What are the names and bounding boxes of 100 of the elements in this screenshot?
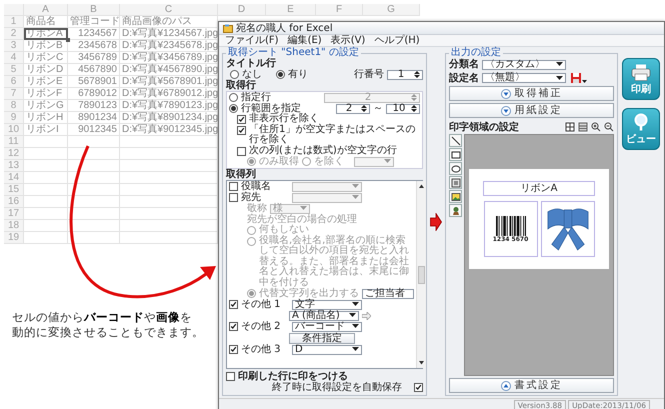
row-header[interactable]: 14 [4,172,24,184]
dropdown[interactable]: 〈カスタム〉 [482,60,566,70]
image-frame[interactable] [540,201,594,257]
radio-button[interactable] [229,93,238,102]
table-cell[interactable]: リボンH [24,112,68,124]
table-cell[interactable] [68,220,120,232]
column-header[interactable]: E [266,4,316,16]
table-cell[interactable]: 6789012 [68,88,120,100]
row-header[interactable]: 3 [4,40,24,52]
table-cell[interactable] [24,172,68,184]
tool-button[interactable] [449,134,462,147]
dropdown[interactable]: D [292,344,362,354]
number-field[interactable]: 2 [324,92,420,102]
column-header[interactable]: A [24,4,68,16]
scroll-down-icon[interactable] [417,359,426,367]
table-cell[interactable]: 8901234 [68,112,120,124]
table-cell[interactable]: 2345678 [68,40,120,52]
number-field[interactable]: 10 [386,104,420,114]
table-cell[interactable]: リボンB [24,40,68,52]
checkbox[interactable] [226,372,235,381]
row-header[interactable]: 17 [4,208,24,220]
save-icon[interactable] [570,72,588,84]
number-field[interactable]: 1 [387,70,423,80]
row-header[interactable]: 1 [4,16,24,28]
row-header[interactable]: 6 [4,76,24,88]
row-header[interactable]: 18 [4,220,24,232]
table-cell[interactable]: 4567890 [68,64,120,76]
table-cell[interactable] [24,136,68,148]
row-header[interactable]: 2 [4,28,24,40]
checkbox[interactable] [229,345,238,354]
tool-button[interactable] [449,204,462,217]
row-header[interactable]: 10 [4,124,24,136]
radio-button[interactable] [229,104,238,113]
table-cell[interactable]: 商品画像のパス [120,16,218,28]
row-header[interactable]: 5 [4,64,24,76]
menu-item[interactable]: ヘルプ(H) [374,35,420,46]
row-header[interactable]: 12 [4,148,24,160]
tool-button[interactable] [449,190,462,203]
scroll-up-icon[interactable] [417,182,426,190]
column-header[interactable]: C [120,4,218,16]
section-button[interactable]: 用紙設定 [449,103,614,118]
menu-item[interactable]: ファイル(F) [225,35,279,46]
label-text[interactable]: リボンA [483,181,595,196]
dropdown[interactable]: 文字 [292,300,362,310]
row-header[interactable]: 7 [4,88,24,100]
table-cell[interactable]: 管理コード [68,16,120,28]
row-header[interactable]: 16 [4,196,24,208]
print-button[interactable]: 印刷 [622,58,660,100]
checkbox[interactable] [229,322,238,331]
table-cell[interactable]: リボンE [24,76,68,88]
table-cell[interactable]: リボンC [24,52,68,64]
row-header[interactable]: 8 [4,100,24,112]
scrollbar[interactable] [416,181,426,368]
table-cell[interactable]: 商品名 [24,16,68,28]
table-cell[interactable] [68,232,120,244]
column-header[interactable]: D [218,4,266,16]
table-cell[interactable] [24,160,68,172]
checkbox[interactable] [229,300,238,309]
checkbox[interactable] [414,383,423,392]
table-cell[interactable] [68,172,120,184]
table-cell[interactable] [24,220,68,232]
dropdown[interactable]: バーコード [292,322,362,332]
dropdown[interactable]: 〈無題〉 [482,73,566,83]
dropdown[interactable]: A (商品名) [289,310,359,320]
row-header[interactable]: 9 [4,112,24,124]
row-header[interactable]: 13 [4,160,24,172]
tool-button[interactable] [449,176,462,189]
table-cell[interactable] [24,232,68,244]
row-header[interactable]: 11 [4,136,24,148]
menu-item[interactable]: 編集(E) [288,35,322,46]
scrollbar-thumb[interactable] [418,266,425,284]
table-cell[interactable]: 3456789 [68,52,120,64]
tool-button[interactable] [449,162,462,175]
table-cell[interactable]: リボンG [24,100,68,112]
radio-button[interactable] [276,70,285,79]
table-cell[interactable]: 7890123 [68,100,120,112]
table-cell[interactable] [68,196,120,208]
dropdown[interactable] [354,156,394,166]
column-header[interactable]: F [316,4,363,16]
row-header[interactable]: 19 [4,232,24,244]
section-button[interactable]: 書式設定 [449,378,614,393]
menu-item[interactable]: 表示(V) [330,35,366,46]
checkbox[interactable] [237,115,246,124]
row-header[interactable]: 4 [4,52,24,64]
table-cell[interactable] [24,208,68,220]
tool-button[interactable] [449,148,462,161]
table-cell[interactable]: 1234567 [68,28,120,40]
table-cell[interactable] [24,184,68,196]
table-cell[interactable] [68,184,120,196]
radio-button[interactable] [230,70,239,79]
number-field[interactable]: 2 [336,104,370,114]
condition-button[interactable]: 条件指定 [289,332,355,344]
column-header[interactable]: G [363,4,420,16]
checkbox[interactable] [237,126,246,134]
table-cell[interactable] [68,136,120,148]
table-cell[interactable]: 5678901 [68,76,120,88]
table-cell[interactable] [68,208,120,220]
table-cell[interactable] [68,148,120,160]
table-cell[interactable]: リボンD [24,64,68,76]
table-cell[interactable]: リボンI [24,124,68,136]
